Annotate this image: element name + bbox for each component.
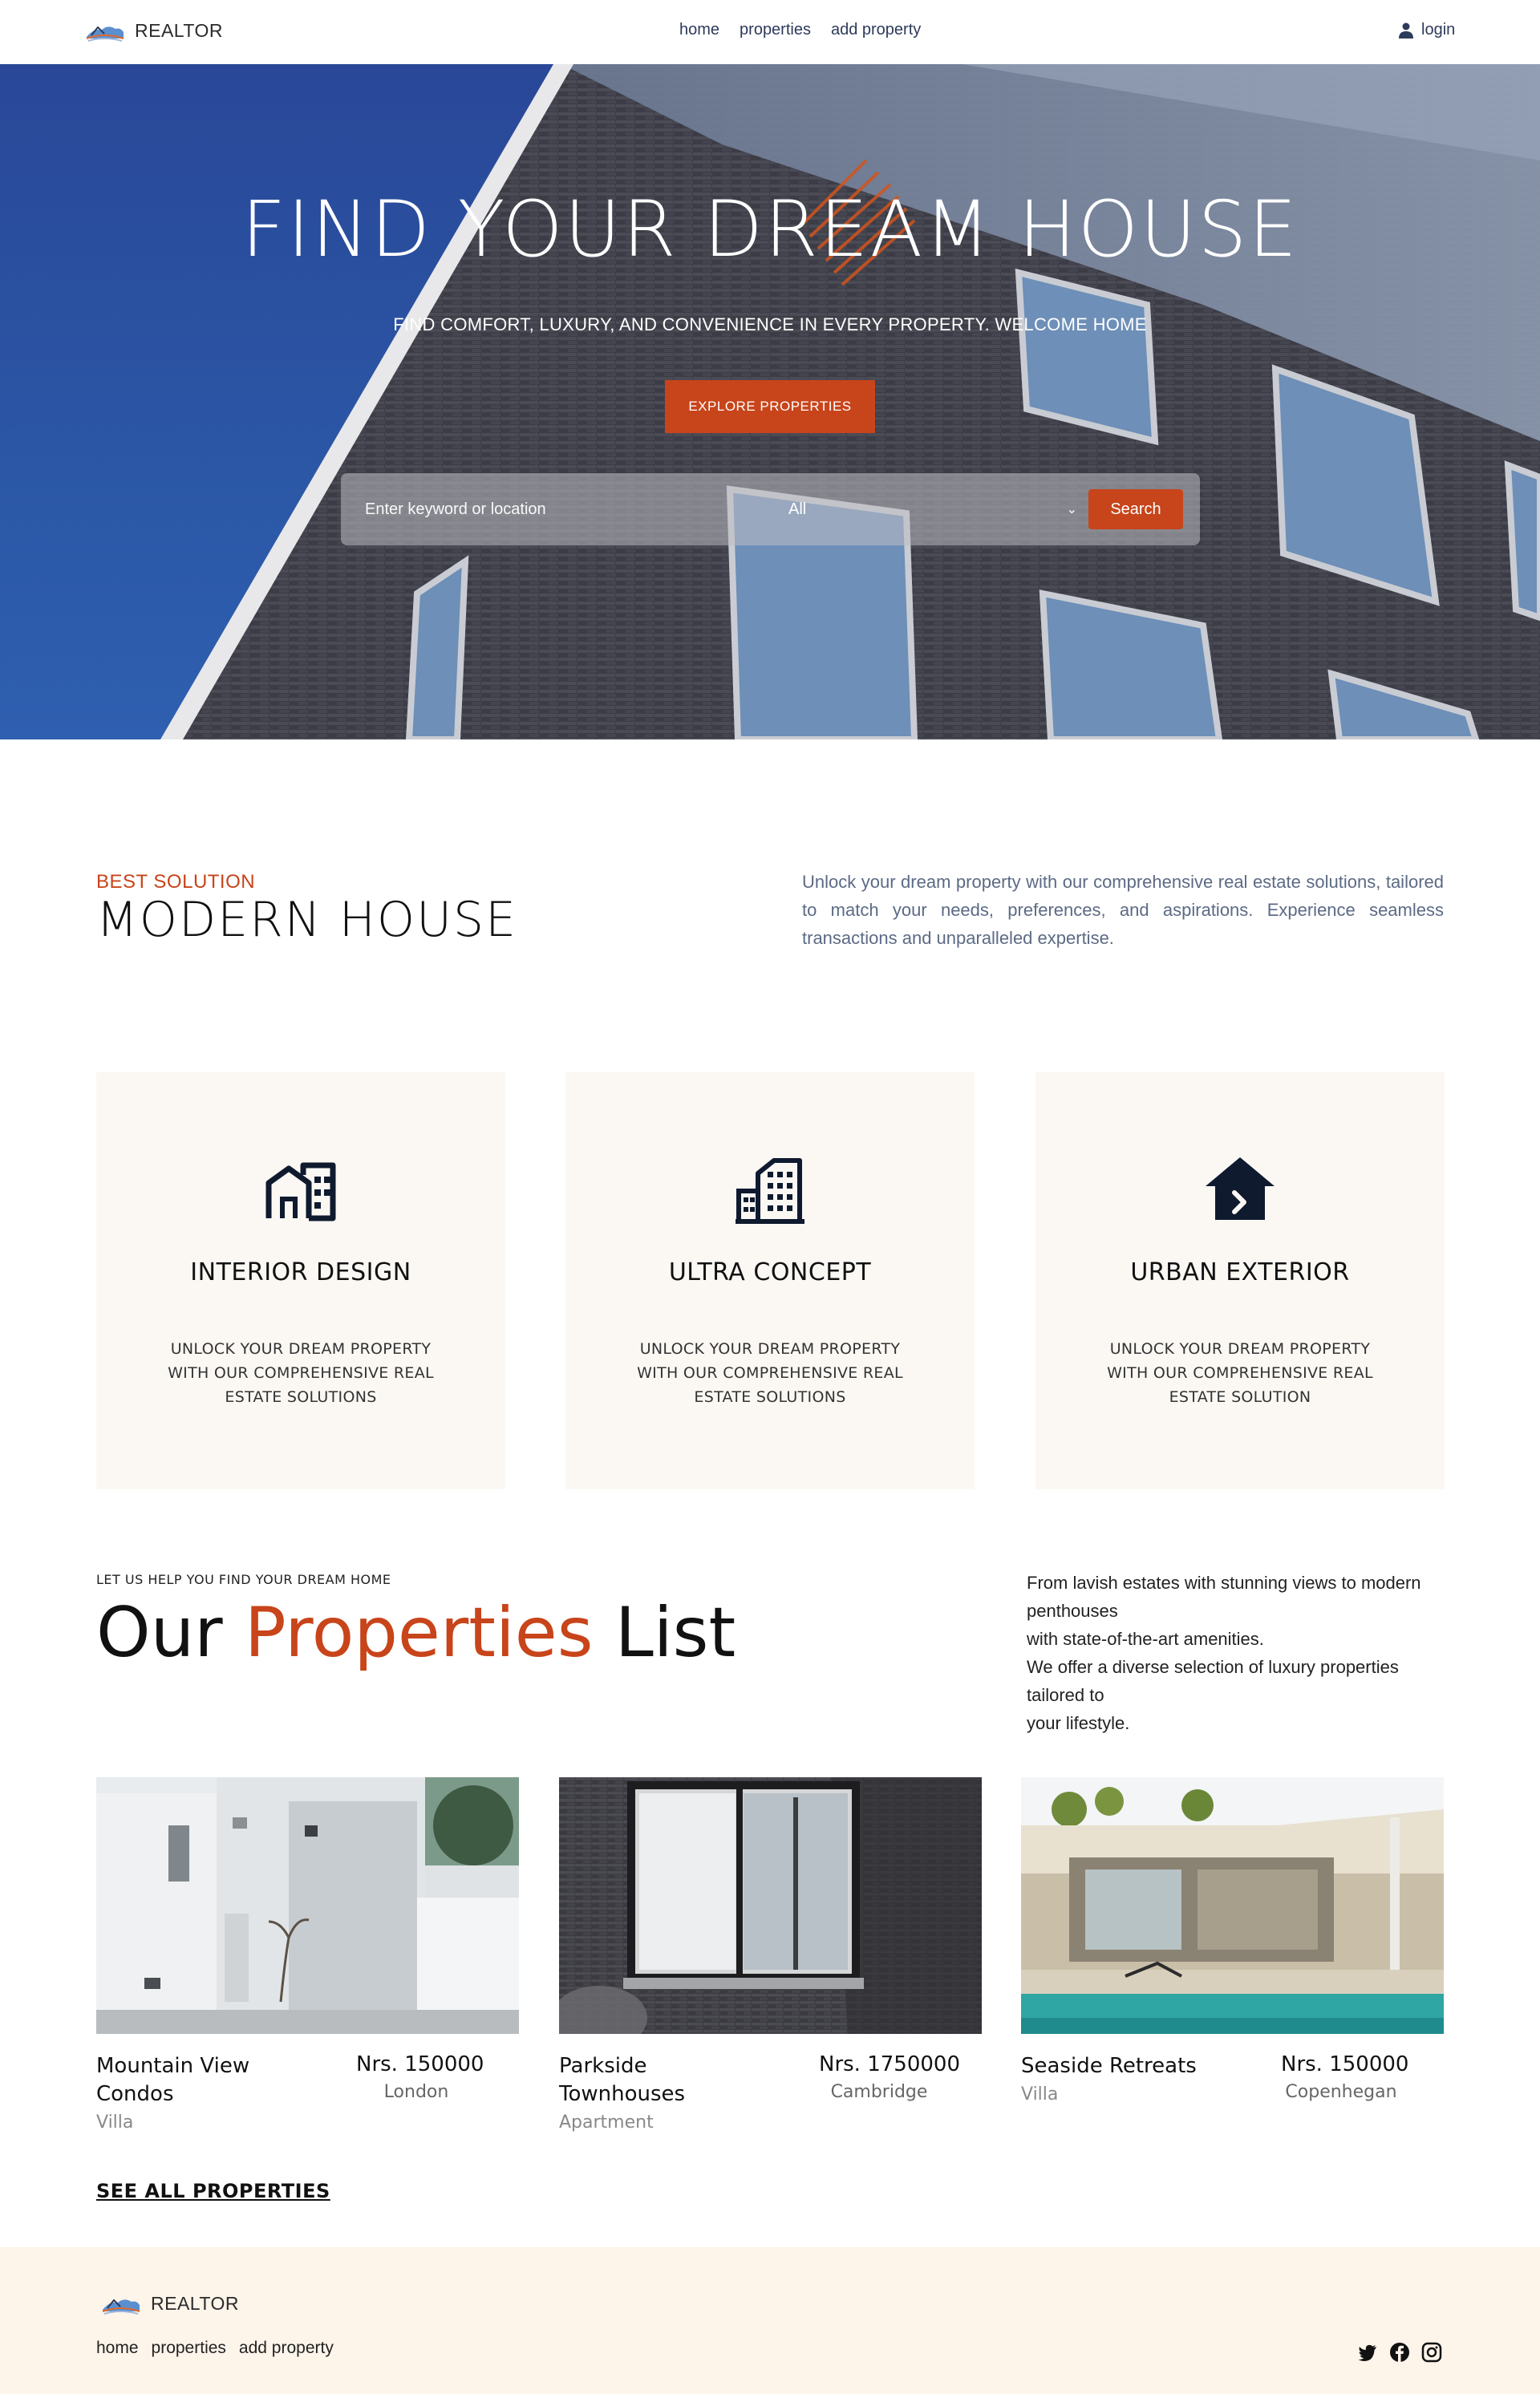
- feature-title: URBAN EXTERIOR: [1130, 1258, 1350, 1286]
- search-bar: All ⌄ Search: [341, 473, 1200, 545]
- title-part: List: [614, 1593, 736, 1673]
- intro-paragraph: Unlock your dream property with our comp…: [802, 872, 1444, 948]
- main-nav: home properties add property: [679, 21, 921, 39]
- description-line: your lifestyle.: [1027, 1713, 1130, 1733]
- feature-title: INTERIOR DESIGN: [190, 1258, 411, 1286]
- property-city: Copenhegan: [1285, 2082, 1397, 2102]
- house-arrow-icon: [1206, 1157, 1275, 1220]
- description-line: From lavish estates with stunning views …: [1027, 1573, 1421, 1621]
- property-card[interactable]: Parkside Townhouses Nrs. 1750000 Cambrid…: [559, 1777, 982, 2133]
- property-image[interactable]: [96, 1777, 519, 2034]
- login-link[interactable]: login: [1399, 21, 1455, 39]
- feature-card: ULTRA CONCEPT UNLOCK YOUR DREAM PROPERTY…: [565, 1072, 975, 1489]
- property-city: London: [383, 2082, 449, 2102]
- property-price: Nrs. 150000: [356, 2052, 484, 2076]
- properties-description: From lavish estates with stunning views …: [1027, 1569, 1460, 1737]
- properties-eyebrow: LET US HELP YOU FIND YOUR DREAM HOME: [96, 1572, 391, 1587]
- feature-text: UNLOCK YOUR DREAM PROPERTY WITH OUR COMP…: [637, 1340, 903, 1406]
- feature-title: ULTRA CONCEPT: [668, 1258, 872, 1286]
- user-icon: [1399, 22, 1413, 38]
- footer: REALTOR home properties add property: [0, 2247, 1540, 2394]
- feature-card: INTERIOR DESIGN UNLOCK YOUR DREAM PROPER…: [96, 1072, 505, 1489]
- footer-brand-link[interactable]: REALTOR: [99, 2287, 239, 2319]
- hero-title: FIND YOUR DREAM HOUSE: [241, 184, 1299, 274]
- brand-name: REALTOR: [135, 19, 224, 41]
- section-eyebrow: BEST SOLUTION: [96, 871, 256, 893]
- brand-logo-link[interactable]: REALTOR: [83, 14, 223, 47]
- property-name[interactable]: Mountain View Condos: [96, 2052, 289, 2108]
- nav-link-properties[interactable]: properties: [740, 21, 811, 39]
- title-accent: Properties: [244, 1593, 594, 1673]
- property-type: Apartment: [559, 2112, 654, 2133]
- login-label: login: [1421, 21, 1456, 38]
- property-price: Nrs. 1750000: [819, 2052, 961, 2076]
- realtor-logo-icon: [86, 26, 124, 42]
- property-photo: [1021, 1777, 1444, 2034]
- building-grid-icon: [265, 1162, 336, 1221]
- property-photo: [96, 1777, 519, 2034]
- property-type: Villa: [1021, 2084, 1059, 2104]
- instagram-icon[interactable]: [1421, 2342, 1442, 2363]
- top-navbar: REALTOR home properties add property log…: [0, 0, 1540, 64]
- property-image[interactable]: [1021, 1777, 1444, 2034]
- chevron-down-icon: ⌄: [1066, 503, 1077, 516]
- feature-text: UNLOCK YOUR DREAM PROPERTY WITH OUR COMP…: [168, 1340, 434, 1406]
- nav-link-add-property[interactable]: add property: [831, 21, 921, 39]
- properties-title: Our Properties List: [96, 1593, 736, 1673]
- property-image[interactable]: [559, 1777, 982, 2034]
- twitter-icon[interactable]: [1357, 2342, 1378, 2363]
- property-name[interactable]: Parkside Townhouses: [559, 2052, 752, 2108]
- hero-subtitle: FIND COMFORT, LUXURY, AND CONVENIENCE IN…: [393, 314, 1147, 334]
- footer-link-home[interactable]: home: [96, 2339, 139, 2358]
- search-button[interactable]: Search: [1088, 489, 1183, 529]
- social-links: [1357, 2342, 1442, 2363]
- explore-properties-button[interactable]: EXPLORE PROPERTIES: [665, 380, 875, 433]
- hero-section: FIND YOUR DREAM HOUSE FIND COMFORT, LUXU…: [0, 64, 1540, 739]
- property-city: Cambridge: [830, 2082, 928, 2102]
- property-card[interactable]: Seaside Retreats Nrs. 150000 Copenhegan …: [1021, 1777, 1444, 2104]
- property-type-select[interactable]: All ⌄: [788, 496, 1077, 523]
- description-line: with state-of-the-art amenities.: [1027, 1629, 1264, 1649]
- search-input[interactable]: [365, 496, 766, 523]
- description-line: We offer a diverse selection of luxury p…: [1027, 1657, 1399, 1705]
- feature-text: UNLOCK YOUR DREAM PROPERTY WITH OUR COMP…: [1107, 1340, 1373, 1406]
- section-title: MODERN HOUSE: [96, 892, 518, 948]
- nav-link-home[interactable]: home: [679, 21, 719, 39]
- footer-brand-name: REALTOR: [151, 2292, 240, 2314]
- feature-card: URBAN EXTERIOR UNLOCK YOUR DREAM PROPERT…: [1035, 1072, 1445, 1489]
- select-value: All: [788, 500, 807, 518]
- footer-link-add-property[interactable]: add property: [239, 2339, 334, 2358]
- property-photo: [559, 1777, 982, 2034]
- property-type: Villa: [96, 2112, 134, 2133]
- property-price: Nrs. 150000: [1281, 2052, 1409, 2076]
- property-name[interactable]: Seaside Retreats: [1021, 2052, 1214, 2080]
- footer-link-properties[interactable]: properties: [152, 2339, 226, 2358]
- realtor-logo-icon: [102, 2299, 140, 2315]
- footer-nav: home properties add property: [96, 2339, 334, 2358]
- title-part: Our: [96, 1593, 223, 1673]
- city-building-icon: [736, 1158, 804, 1224]
- see-all-properties-link[interactable]: SEE ALL PROPERTIES: [96, 2180, 330, 2202]
- property-card[interactable]: Mountain View Condos Nrs. 150000 London …: [96, 1777, 519, 2133]
- facebook-icon[interactable]: [1389, 2342, 1410, 2363]
